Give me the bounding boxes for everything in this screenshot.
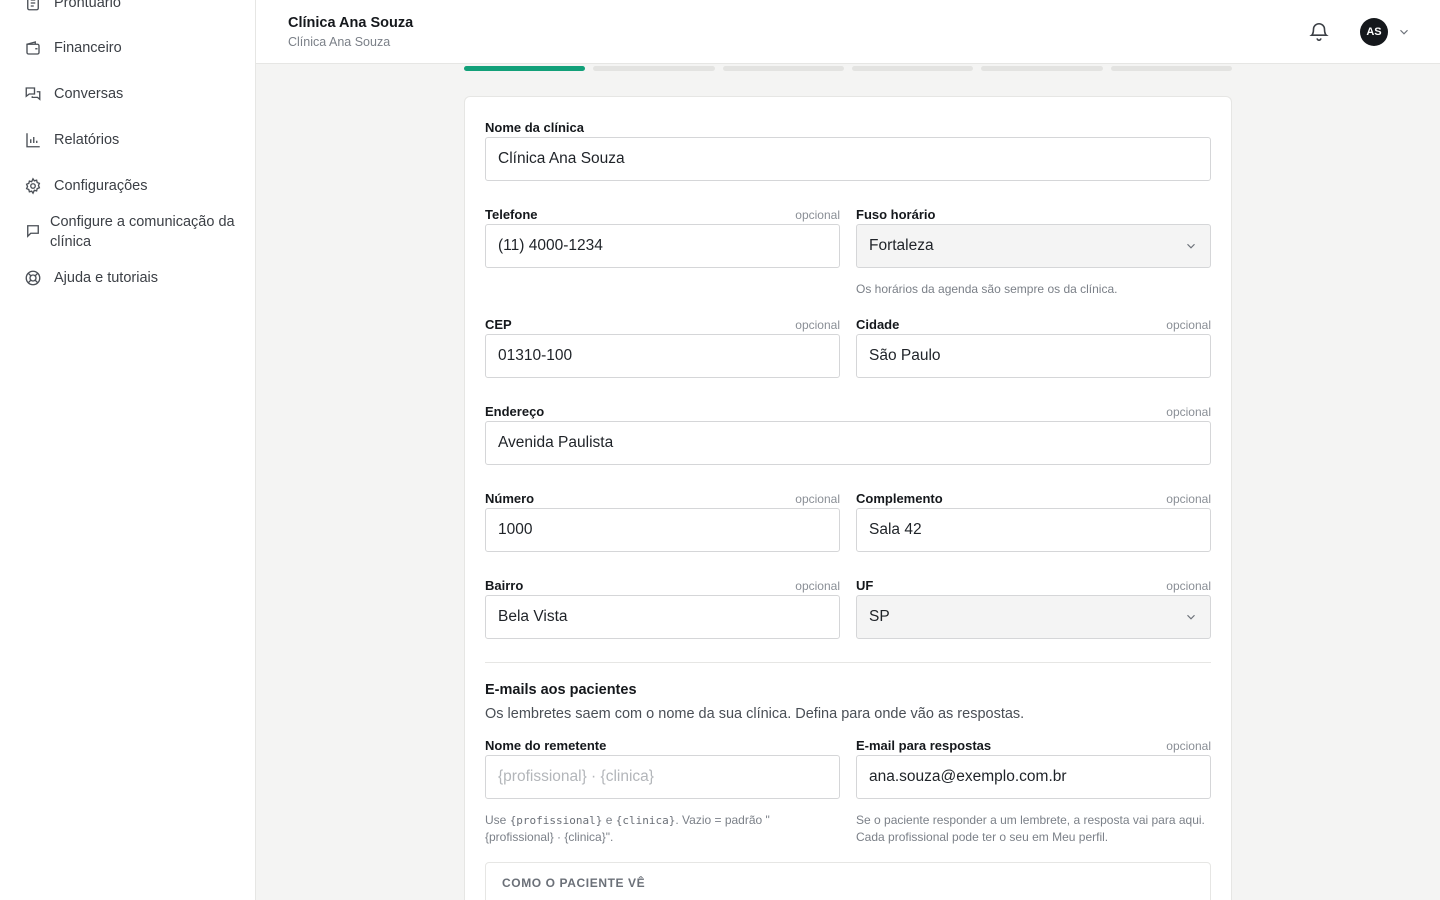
- timezone-help: Os horários da agenda são sempre os da c…: [856, 282, 1118, 296]
- cep-input[interactable]: 01310-100: [485, 334, 840, 378]
- state-value: SP: [869, 608, 890, 625]
- sidebar-item-ajuda[interactable]: Ajuda e tutoriais: [24, 269, 158, 287]
- number-field: Número opcional 1000: [485, 491, 840, 553]
- optional-label: opcional: [1166, 492, 1211, 506]
- progress-step: [593, 66, 715, 71]
- district-input[interactable]: Bela Vista: [485, 595, 840, 639]
- sidebar-item-comunicacao[interactable]: Configure a comunicação da clínica: [24, 212, 235, 252]
- field-label: Endereço: [485, 404, 545, 419]
- field-label: E-mail para respostas: [856, 738, 992, 753]
- reply-email-help: Se o paciente responder a um lembrete, a…: [856, 813, 1205, 844]
- field-label: CEP: [485, 317, 512, 332]
- phone-field: Telefone opcional (11) 4000-1234: [485, 207, 840, 269]
- gear-icon: [24, 177, 42, 195]
- clinic-name-input[interactable]: Clínica Ana Souza: [485, 137, 1211, 181]
- field-label: Nome da clínica: [485, 120, 584, 135]
- field-label: Telefone: [485, 207, 538, 222]
- reply-email-input[interactable]: ana.souza@exemplo.com.br: [856, 755, 1211, 799]
- timezone-select[interactable]: Fortaleza: [856, 224, 1211, 268]
- number-input[interactable]: 1000: [485, 508, 840, 552]
- sender-name-help: Use {profissional} e {clinica}. Vazio = …: [485, 813, 770, 844]
- sidebar-item-relatorios[interactable]: Relatórios: [24, 131, 119, 149]
- lifebuoy-icon: [24, 269, 42, 287]
- emails-section-description: Os lembretes saem com o nome da sua clín…: [485, 706, 1025, 722]
- sender-name-placeholder: {profissional} · {clinica}: [498, 768, 654, 785]
- optional-label: opcional: [1166, 405, 1211, 419]
- timezone-value: Fortaleza: [869, 237, 934, 254]
- emails-section-title: E-mails aos pacientes: [485, 682, 637, 698]
- field-label: Número: [485, 491, 535, 506]
- field-label: Bairro: [485, 578, 524, 593]
- chevron-down-icon: [1184, 239, 1198, 253]
- district-field: Bairro opcional Bela Vista: [485, 578, 840, 640]
- progress-step: [851, 66, 974, 71]
- progress-step: [981, 66, 1103, 71]
- timezone-field: Fuso horário Fortaleza: [856, 207, 1211, 269]
- sidebar-item-label: Financeiro: [54, 40, 122, 56]
- progress-step: [722, 66, 844, 71]
- complement-field: Complemento opcional Sala 42: [856, 491, 1211, 553]
- optional-label: opcional: [1166, 739, 1211, 753]
- sidebar-item-label: Conversas: [54, 86, 124, 102]
- bar-chart-icon: [24, 131, 42, 149]
- message-square-icon: [24, 222, 42, 240]
- optional-label: opcional: [795, 579, 840, 593]
- cep-field: CEP opcional 01310-100: [485, 317, 840, 379]
- sidebar-item-conversas[interactable]: Conversas: [24, 85, 123, 103]
- progress-steps: [464, 66, 1232, 72]
- top-bar: Clínica Ana Souza Clínica Ana Souza AS: [256, 0, 1440, 64]
- phone-input[interactable]: (11) 4000-1234: [485, 224, 840, 268]
- sidebar-item-label: Ajuda e tutoriais: [54, 270, 158, 286]
- clinic-subtitle: Clínica Ana Souza: [288, 35, 391, 49]
- state-field: UF opcional SP: [856, 578, 1211, 640]
- city-field: Cidade opcional São Paulo: [856, 317, 1211, 379]
- field-label: Nome do remetente: [485, 738, 607, 753]
- optional-label: opcional: [1166, 579, 1211, 593]
- wallet-icon: [24, 39, 42, 57]
- sender-name-input[interactable]: {profissional} · {clinica}: [485, 755, 840, 799]
- clinic-name-field: Nome da clínica Clínica Ana Souza: [485, 120, 1211, 182]
- sidebar: Prontuário Financeiro Conversas Relatóri…: [0, 0, 256, 900]
- sender-name-field: Nome do remetente {profissional} · {clin…: [485, 738, 840, 800]
- field-label: Cidade: [856, 317, 900, 332]
- avatar[interactable]: AS: [1360, 18, 1388, 46]
- chat-icon: [24, 85, 42, 103]
- document-icon: [24, 0, 42, 12]
- optional-label: opcional: [795, 492, 840, 506]
- field-label: Complemento: [856, 491, 943, 506]
- chevron-down-icon[interactable]: [1397, 25, 1411, 39]
- clinic-form-card: Nome da clínica Clínica Ana Souza Telefo…: [464, 96, 1232, 900]
- section-divider: [485, 662, 1211, 663]
- address-field: Endereço opcional Avenida Paulista: [485, 404, 1211, 466]
- state-select[interactable]: SP: [856, 595, 1211, 639]
- optional-label: opcional: [795, 208, 840, 222]
- reply-email-field: E-mail para respostas opcional ana.souza…: [856, 738, 1211, 800]
- optional-label: opcional: [795, 318, 840, 332]
- sidebar-item-label: Relatórios: [54, 132, 120, 148]
- address-input[interactable]: Avenida Paulista: [485, 421, 1211, 465]
- optional-label: opcional: [1166, 318, 1211, 332]
- sidebar-item-configuracoes[interactable]: Configurações: [24, 177, 148, 195]
- progress-step: [1110, 66, 1232, 71]
- preview-label: COMO O PACIENTE VÊ: [502, 876, 646, 890]
- sidebar-item-label: Configure a comunicação da clínica: [50, 214, 235, 250]
- progress-step: [464, 66, 586, 71]
- bell-icon[interactable]: [1308, 21, 1330, 43]
- sidebar-item-prontuario[interactable]: Prontuário: [24, 0, 121, 12]
- city-input[interactable]: São Paulo: [856, 334, 1211, 378]
- complement-input[interactable]: Sala 42: [856, 508, 1211, 552]
- clinic-title: Clínica Ana Souza: [288, 15, 414, 31]
- sidebar-item-label: Prontuário: [54, 0, 121, 11]
- field-label: Fuso horário: [856, 207, 936, 222]
- sidebar-item-financeiro[interactable]: Financeiro: [24, 39, 122, 57]
- field-label: UF: [856, 578, 874, 593]
- chevron-down-icon: [1184, 610, 1198, 624]
- patient-preview: COMO O PACIENTE VÊ: [485, 862, 1211, 900]
- sidebar-item-label: Configurações: [54, 178, 148, 194]
